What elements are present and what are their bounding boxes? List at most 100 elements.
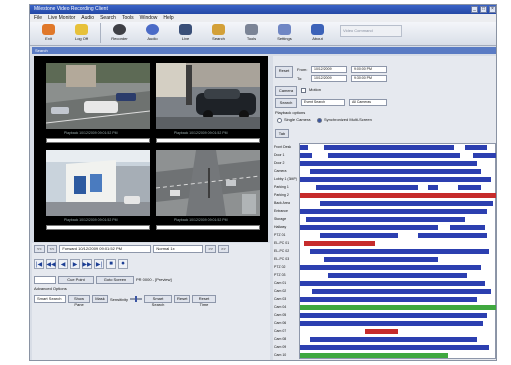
timeline-segment[interactable] xyxy=(300,305,496,310)
video-command-box[interactable]: Video Command xyxy=(340,25,402,37)
timeline-row[interactable]: Cam 05 xyxy=(274,312,496,318)
cue-point-button[interactable]: Cue Point xyxy=(58,275,94,284)
timeline-segment[interactable] xyxy=(365,329,399,334)
timeline-segment[interactable] xyxy=(327,273,468,278)
record-icon[interactable]: ⏺ xyxy=(118,259,128,269)
motion-checkbox[interactable] xyxy=(301,88,306,93)
from-time-field[interactable]: 9:00:00 PM xyxy=(351,66,387,73)
timeline-segment[interactable] xyxy=(300,265,482,270)
timeline-segment[interactable] xyxy=(300,161,478,166)
maximize-button[interactable]: □ xyxy=(480,6,487,13)
timeline-segment[interactable] xyxy=(300,313,488,318)
timeline-segment[interactable] xyxy=(300,345,490,350)
timeline-row[interactable]: Cam 10 xyxy=(274,352,496,358)
timeline-segment[interactable] xyxy=(300,145,308,150)
timeline-segment[interactable] xyxy=(327,153,460,158)
timeline-row[interactable]: Cam 08 xyxy=(274,336,496,342)
menu-tools[interactable]: Tools xyxy=(122,14,134,22)
timeline-row[interactable]: Cam 03 xyxy=(274,296,496,302)
timeline-row[interactable]: Cam 02 xyxy=(274,288,496,294)
menu-file[interactable]: File xyxy=(34,14,42,22)
settings-button[interactable]: Settings xyxy=(268,22,301,44)
timeline-segment[interactable] xyxy=(300,353,448,358)
timeline-segment[interactable] xyxy=(447,193,496,198)
timeline-segment[interactable] xyxy=(309,249,490,254)
timeline-segment[interactable] xyxy=(473,153,496,158)
play-reverse-icon[interactable]: ◀ xyxy=(58,259,68,269)
timeline-segment[interactable] xyxy=(303,241,375,246)
timeline-segment[interactable] xyxy=(457,185,482,190)
timeline-row[interactable]: Camera xyxy=(274,168,496,174)
single-camera-radio[interactable] xyxy=(277,118,282,123)
tools-button[interactable]: Tools xyxy=(235,22,268,44)
timeline-segment[interactable] xyxy=(309,169,482,174)
timeline-segment[interactable] xyxy=(319,201,494,206)
menu-window[interactable]: Window xyxy=(140,14,158,22)
timeline-row[interactable]: Cam 07 xyxy=(274,328,496,334)
next-button-2[interactable]: >> xyxy=(218,244,229,253)
all-cameras-select[interactable]: All Cameras xyxy=(349,99,387,106)
playback-time-field[interactable]: Forward 10/12/2009 09:01:52 PM xyxy=(59,244,152,253)
search-button[interactable]: Search xyxy=(202,22,235,44)
smart-search-button[interactable]: Smart Search xyxy=(144,295,173,307)
timeline-segment[interactable] xyxy=(418,233,488,238)
timeline-row[interactable]: Hallway xyxy=(274,224,496,230)
synchronized-radio[interactable] xyxy=(317,118,322,123)
rewind-icon[interactable]: ◀◀ xyxy=(46,259,56,269)
about-button[interactable]: About xyxy=(301,22,334,44)
audio-button[interactable]: Audio xyxy=(136,22,169,44)
search-run-button[interactable]: Search xyxy=(275,98,297,108)
from-date-field[interactable]: 10/12/2009 xyxy=(311,66,347,73)
speed-field[interactable]: Normal 1x xyxy=(153,244,204,253)
timeline-row[interactable]: Door 1 xyxy=(274,152,496,158)
reset-time-button[interactable]: Reset Time xyxy=(192,295,217,307)
timeline-segment[interactable] xyxy=(315,185,419,190)
timeline-row[interactable]: Entrance xyxy=(274,208,496,214)
event-search-select[interactable]: Event Search xyxy=(301,99,345,106)
camera-view-4[interactable] xyxy=(156,150,260,216)
camera-view-2[interactable] xyxy=(156,63,260,129)
timeline-segment[interactable] xyxy=(323,257,438,262)
timeline-row[interactable]: EL-PC 02 xyxy=(274,248,496,254)
timeline-row[interactable]: PTZ 02 xyxy=(274,264,496,270)
previous-button[interactable]: << xyxy=(34,244,45,253)
menu-search[interactable]: Search xyxy=(100,14,116,22)
timeline-segment[interactable] xyxy=(300,225,438,230)
fast-forward-icon[interactable]: ▶▶ xyxy=(82,259,92,269)
tab-button[interactable]: Tab xyxy=(275,129,289,138)
timeline-segment[interactable] xyxy=(309,337,478,342)
recorder-button[interactable]: Recorder xyxy=(103,22,136,44)
recording-timeline[interactable]: Front Desk Door 1 Door 2 Camera Lobby 1 (3MP… xyxy=(274,143,496,359)
timeline-row[interactable]: Front Desk xyxy=(274,144,496,150)
skip-end-icon[interactable]: ▶| xyxy=(94,259,104,269)
goto-screen-button[interactable]: Goto Screen xyxy=(96,275,134,284)
to-time-field[interactable]: 9:30:00 PM xyxy=(351,75,387,82)
timeline-segment[interactable] xyxy=(300,321,484,326)
previous-button-2[interactable]: << xyxy=(46,244,58,253)
timeline-row[interactable]: Cam 01 xyxy=(274,280,496,286)
timeline-row[interactable]: Back Area xyxy=(274,200,496,206)
menu-live-monitor[interactable]: Live Monitor xyxy=(48,14,75,22)
timeline-row[interactable]: Cam 09 xyxy=(274,344,496,350)
timeline-segment[interactable] xyxy=(449,225,486,230)
close-button[interactable]: × xyxy=(489,6,496,13)
timeline-segment[interactable] xyxy=(428,185,438,190)
sensitivity-slider[interactable] xyxy=(130,296,143,302)
skip-start-icon[interactable]: |◀ xyxy=(34,259,44,269)
log-off-button[interactable]: Log Off xyxy=(65,22,98,44)
sensitivity-slider-thumb[interactable] xyxy=(135,296,138,302)
to-date-field[interactable]: 10/12/2009 xyxy=(311,75,347,82)
minimize-button[interactable]: _ xyxy=(471,6,478,13)
timeline-segment[interactable] xyxy=(300,153,312,158)
timeline-row[interactable]: Cam 06 xyxy=(274,320,496,326)
cue-input[interactable] xyxy=(34,275,56,284)
stop-icon[interactable]: ■ xyxy=(106,259,116,269)
timeline-row[interactable]: Lobby 1 (3MP) xyxy=(274,176,496,182)
timeline-segment[interactable] xyxy=(300,193,415,198)
timeline-segment[interactable] xyxy=(300,209,488,214)
timeline-segment[interactable] xyxy=(300,177,492,182)
timeline-segment[interactable] xyxy=(305,217,466,222)
timeline-segment[interactable] xyxy=(414,193,448,198)
camera-view-3[interactable] xyxy=(46,150,150,216)
timeline-segment[interactable] xyxy=(323,145,454,150)
